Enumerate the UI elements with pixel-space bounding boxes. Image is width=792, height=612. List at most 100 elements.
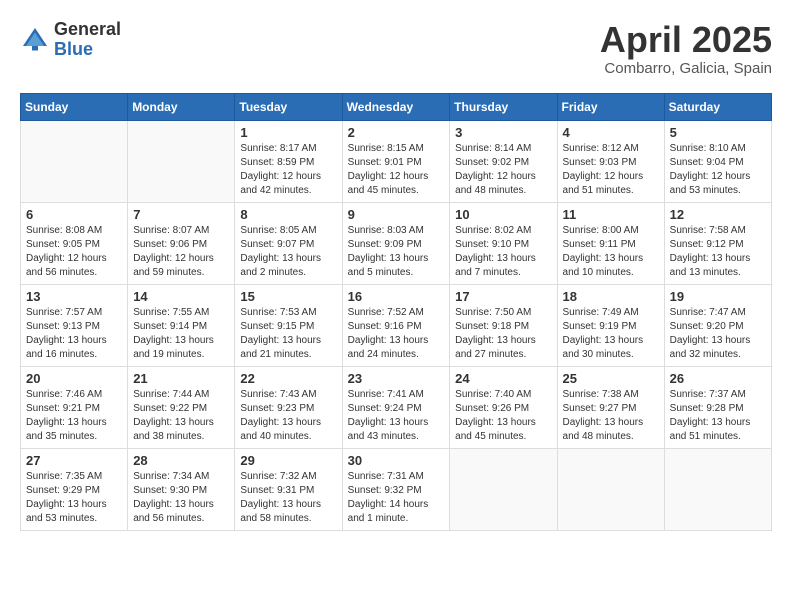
weekday-header-row: SundayMondayTuesdayWednesdayThursdayFrid… [21,93,772,120]
calendar-cell: 2 Sunrise: 8:15 AM Sunset: 9:01 PM Daylig… [342,120,450,202]
logo-general-text: General [54,20,121,40]
day-number: 9 [348,207,445,222]
day-number: 21 [133,371,229,386]
day-number: 4 [563,125,659,140]
day-number: 3 [455,125,551,140]
day-number: 6 [26,207,122,222]
weekday-thursday: Thursday [450,93,557,120]
day-info: Sunrise: 7:35 AM Sunset: 9:29 PM Dayligh… [26,470,122,526]
day-number: 2 [348,125,445,140]
day-info: Sunrise: 7:49 AM Sunset: 9:19 PM Dayligh… [563,306,659,362]
day-info: Sunrise: 7:34 AM Sunset: 9:30 PM Dayligh… [133,470,229,526]
calendar-cell: 11 Sunrise: 8:00 AM Sunset: 9:11 PM Dayli… [557,202,664,284]
day-info: Sunrise: 8:02 AM Sunset: 9:10 PM Dayligh… [455,224,551,280]
calendar-cell: 20Sunrise: 7:46 AM Sunset: 9:21 PM Dayli… [21,366,128,448]
day-number: 12 [670,207,766,222]
logo-icon [20,25,50,55]
calendar-cell: 24 Sunrise: 7:40 AM Sunset: 9:26 PM Dayli… [450,366,557,448]
day-number: 23 [348,371,445,386]
weekday-monday: Monday [128,93,235,120]
title-block: April 2025 Combarro, Galicia, Spain [600,20,772,77]
day-info: Sunrise: 8:05 AM Sunset: 9:07 PM Dayligh… [240,224,336,280]
calendar-cell: 17 Sunrise: 7:50 AM Sunset: 9:18 PM Dayli… [450,284,557,366]
day-number: 13 [26,289,122,304]
logo-text: General Blue [54,20,121,60]
day-number: 15 [240,289,336,304]
day-info: Sunrise: 8:00 AM Sunset: 9:11 PM Dayligh… [563,224,659,280]
day-info: Sunrise: 7:57 AM Sunset: 9:13 PM Dayligh… [26,306,122,362]
day-number: 16 [348,289,445,304]
day-number: 17 [455,289,551,304]
day-number: 14 [133,289,229,304]
calendar-week-1: 1Sunrise: 8:17 AM Sunset: 8:59 PM Daylig… [21,120,772,202]
weekday-wednesday: Wednesday [342,93,450,120]
day-info: Sunrise: 8:17 AM Sunset: 8:59 PM Dayligh… [240,142,336,198]
day-info: Sunrise: 7:58 AM Sunset: 9:12 PM Dayligh… [670,224,766,280]
logo: General Blue [20,20,121,60]
day-number: 10 [455,207,551,222]
calendar-cell: 3 Sunrise: 8:14 AM Sunset: 9:02 PM Daylig… [450,120,557,202]
calendar-table: SundayMondayTuesdayWednesdayThursdayFrid… [20,93,772,531]
day-info: Sunrise: 7:41 AM Sunset: 9:24 PM Dayligh… [348,388,445,444]
calendar-cell: 19Sunrise: 7:47 AM Sunset: 9:20 PM Dayli… [664,284,771,366]
calendar-cell: 15 Sunrise: 7:53 AM Sunset: 9:15 PM Dayli… [235,284,342,366]
day-info: Sunrise: 7:32 AM Sunset: 9:31 PM Dayligh… [240,470,336,526]
calendar-cell: 21 Sunrise: 7:44 AM Sunset: 9:22 PM Dayli… [128,366,235,448]
calendar-cell: 25 Sunrise: 7:38 AM Sunset: 9:27 PM Dayli… [557,366,664,448]
calendar-cell: 22 Sunrise: 7:43 AM Sunset: 9:23 PM Dayli… [235,366,342,448]
day-number: 5 [670,125,766,140]
day-number: 19 [670,289,766,304]
calendar-cell: 29Sunrise: 7:32 AM Sunset: 9:31 PM Dayli… [235,448,342,530]
calendar-cell: 12 Sunrise: 7:58 AM Sunset: 9:12 PM Dayli… [664,202,771,284]
calendar-cell: 10 Sunrise: 8:02 AM Sunset: 9:10 PM Dayli… [450,202,557,284]
day-number: 28 [133,453,229,468]
day-number: 24 [455,371,551,386]
calendar-cell: 1Sunrise: 8:17 AM Sunset: 8:59 PM Daylig… [235,120,342,202]
calendar-cell: 30Sunrise: 7:31 AM Sunset: 9:32 PM Dayli… [342,448,450,530]
page-header: General Blue April 2025 Combarro, Galici… [20,20,772,77]
day-info: Sunrise: 8:12 AM Sunset: 9:03 PM Dayligh… [563,142,659,198]
day-info: Sunrise: 8:14 AM Sunset: 9:02 PM Dayligh… [455,142,551,198]
weekday-sunday: Sunday [21,93,128,120]
day-info: Sunrise: 7:52 AM Sunset: 9:16 PM Dayligh… [348,306,445,362]
day-info: Sunrise: 8:03 AM Sunset: 9:09 PM Dayligh… [348,224,445,280]
month-title: April 2025 [600,20,772,60]
day-number: 25 [563,371,659,386]
calendar-cell: 9 Sunrise: 8:03 AM Sunset: 9:09 PM Daylig… [342,202,450,284]
calendar-week-3: 13 Sunrise: 7:57 AM Sunset: 9:13 PM Dayli… [21,284,772,366]
calendar-cell: 6Sunrise: 8:08 AM Sunset: 9:05 PM Daylig… [21,202,128,284]
day-number: 11 [563,207,659,222]
location-text: Combarro, Galicia, Spain [600,60,772,77]
calendar-week-2: 6Sunrise: 8:08 AM Sunset: 9:05 PM Daylig… [21,202,772,284]
calendar-cell: 7Sunrise: 8:07 AM Sunset: 9:06 PM Daylig… [128,202,235,284]
day-number: 18 [563,289,659,304]
calendar-week-5: 27 Sunrise: 7:35 AM Sunset: 9:29 PM Dayli… [21,448,772,530]
day-info: Sunrise: 7:38 AM Sunset: 9:27 PM Dayligh… [563,388,659,444]
logo-blue-text: Blue [54,40,121,60]
day-number: 8 [240,207,336,222]
calendar-cell [450,448,557,530]
day-info: Sunrise: 8:15 AM Sunset: 9:01 PM Dayligh… [348,142,445,198]
day-info: Sunrise: 7:44 AM Sunset: 9:22 PM Dayligh… [133,388,229,444]
day-info: Sunrise: 7:31 AM Sunset: 9:32 PM Dayligh… [348,470,445,526]
day-number: 27 [26,453,122,468]
day-info: Sunrise: 7:37 AM Sunset: 9:28 PM Dayligh… [670,388,766,444]
calendar-cell [128,120,235,202]
day-info: Sunrise: 7:55 AM Sunset: 9:14 PM Dayligh… [133,306,229,362]
calendar-body: 1Sunrise: 8:17 AM Sunset: 8:59 PM Daylig… [21,120,772,530]
weekday-tuesday: Tuesday [235,93,342,120]
calendar-week-4: 20Sunrise: 7:46 AM Sunset: 9:21 PM Dayli… [21,366,772,448]
calendar-cell [557,448,664,530]
day-number: 22 [240,371,336,386]
day-info: Sunrise: 7:43 AM Sunset: 9:23 PM Dayligh… [240,388,336,444]
calendar-cell: 18 Sunrise: 7:49 AM Sunset: 9:19 PM Dayli… [557,284,664,366]
calendar-cell: 26 Sunrise: 7:37 AM Sunset: 9:28 PM Dayli… [664,366,771,448]
day-info: Sunrise: 7:40 AM Sunset: 9:26 PM Dayligh… [455,388,551,444]
day-info: Sunrise: 8:07 AM Sunset: 9:06 PM Dayligh… [133,224,229,280]
calendar-cell [21,120,128,202]
day-number: 26 [670,371,766,386]
calendar-cell: 13 Sunrise: 7:57 AM Sunset: 9:13 PM Dayli… [21,284,128,366]
calendar-cell: 23 Sunrise: 7:41 AM Sunset: 9:24 PM Dayli… [342,366,450,448]
day-info: Sunrise: 7:53 AM Sunset: 9:15 PM Dayligh… [240,306,336,362]
day-info: Sunrise: 7:50 AM Sunset: 9:18 PM Dayligh… [455,306,551,362]
